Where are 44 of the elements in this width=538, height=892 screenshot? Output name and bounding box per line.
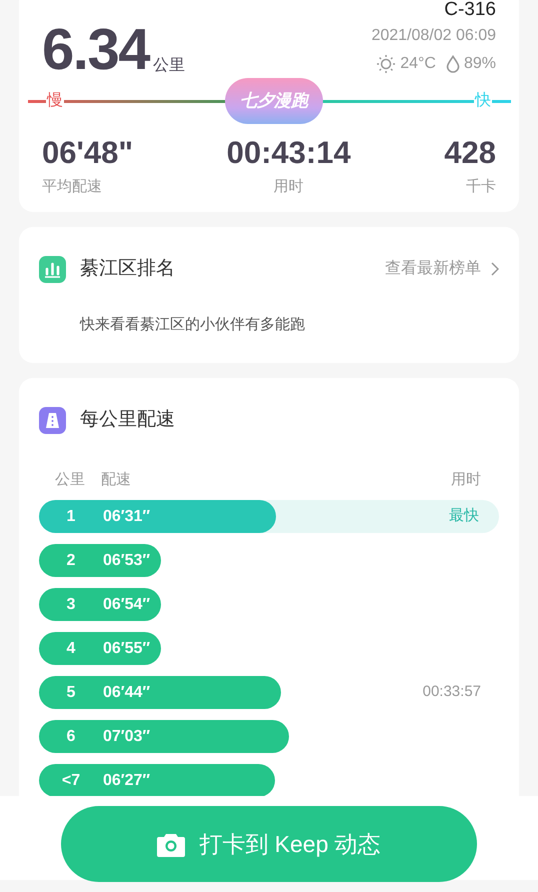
stat-label: 平均配速 — [42, 177, 102, 197]
pace-value: 06′55″ — [103, 638, 150, 658]
ranking-description: 快来看看綦江区的小伙伴有多能跑 — [80, 314, 306, 334]
stat-value: 428 — [444, 136, 496, 170]
stat-value: 06'48" — [42, 136, 134, 170]
camera-icon — [157, 832, 186, 856]
km-number: 1 — [66, 506, 76, 526]
km-number: <7 — [60, 770, 82, 790]
pace-value: 06′31″ — [103, 506, 150, 526]
humidity: 89% — [464, 54, 496, 74]
ranking-title: 綦江区排名 — [80, 257, 175, 281]
temperature: 24°C — [400, 54, 436, 74]
km-number: 3 — [66, 594, 76, 614]
chevron-right-icon — [491, 262, 499, 276]
pace-title: 每公里配速 — [80, 408, 175, 432]
bar-chart-icon — [39, 256, 66, 283]
stat-label: 用时 — [274, 177, 304, 197]
pace-value: 06′27″ — [103, 770, 150, 790]
button-label: 打卡到 Keep 动态 — [199, 830, 381, 859]
column-header: 公里 — [55, 470, 85, 490]
km-number: 6 — [66, 726, 76, 746]
km-number: 5 — [66, 682, 76, 702]
stat-value: 00:43:14 — [226, 136, 351, 170]
pace-value: 06′53″ — [103, 550, 150, 570]
sun-icon — [376, 54, 396, 74]
check-in-button[interactable]: 打卡到 Keep 动态 — [61, 806, 477, 882]
event-badge: 七夕漫跑 — [225, 78, 323, 124]
split-time: 00:33:57 — [422, 682, 481, 702]
pace-value: 06′44″ — [103, 682, 150, 702]
leaderboard-link[interactable]: 查看最新榜单 — [385, 257, 499, 282]
pace-value: 07′03″ — [103, 726, 150, 746]
column-header: 配速 — [101, 470, 131, 490]
column-header: 用时 — [451, 470, 481, 490]
route-code: C-316 — [444, 0, 496, 20]
pace-value: 06′54″ — [103, 594, 150, 614]
road-icon — [39, 406, 66, 434]
droplet-icon — [446, 55, 460, 73]
km-number: 4 — [66, 638, 76, 658]
fastest-label: 最快 — [449, 506, 479, 526]
date-time: 2021/08/02 06:09 — [371, 26, 496, 46]
km-number: 2 — [66, 550, 76, 570]
stat-label: 千卡 — [466, 177, 496, 197]
distance-unit: 公里 — [153, 56, 186, 76]
distance-value: 6.34 — [42, 24, 150, 76]
